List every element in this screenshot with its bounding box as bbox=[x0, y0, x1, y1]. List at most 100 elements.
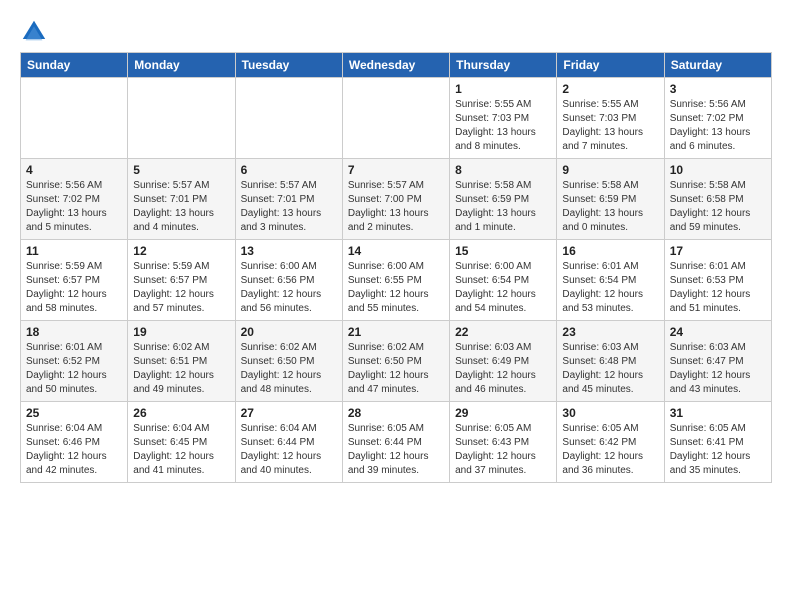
day-number: 19 bbox=[133, 325, 229, 339]
day-detail: Sunrise: 5:57 AMSunset: 7:00 PMDaylight:… bbox=[348, 179, 444, 235]
day-detail: Sunrise: 6:04 AMSunset: 6:45 PMDaylight:… bbox=[133, 422, 229, 478]
day-detail: Sunrise: 5:56 AMSunset: 7:02 PMDaylight:… bbox=[26, 179, 122, 235]
day-number: 10 bbox=[670, 163, 766, 177]
calendar-cell: 7 Sunrise: 5:57 AMSunset: 7:00 PMDaylight… bbox=[342, 159, 449, 240]
day-number: 3 bbox=[670, 82, 766, 96]
day-detail: Sunrise: 6:03 AMSunset: 6:48 PMDaylight:… bbox=[562, 341, 658, 397]
calendar-cell: 26 Sunrise: 6:04 AMSunset: 6:45 PMDayligh… bbox=[128, 402, 235, 483]
weekday-header-friday: Friday bbox=[557, 53, 664, 78]
calendar-cell bbox=[235, 78, 342, 159]
day-detail: Sunrise: 5:58 AMSunset: 6:59 PMDaylight:… bbox=[562, 179, 658, 235]
calendar-cell: 31 Sunrise: 6:05 AMSunset: 6:41 PMDayligh… bbox=[664, 402, 771, 483]
day-number: 1 bbox=[455, 82, 551, 96]
calendar-cell: 17 Sunrise: 6:01 AMSunset: 6:53 PMDayligh… bbox=[664, 240, 771, 321]
day-number: 16 bbox=[562, 244, 658, 258]
day-number: 5 bbox=[133, 163, 229, 177]
calendar-cell: 23 Sunrise: 6:03 AMSunset: 6:48 PMDayligh… bbox=[557, 321, 664, 402]
day-number: 24 bbox=[670, 325, 766, 339]
day-detail: Sunrise: 6:02 AMSunset: 6:50 PMDaylight:… bbox=[241, 341, 337, 397]
weekday-header-thursday: Thursday bbox=[450, 53, 557, 78]
day-detail: Sunrise: 6:00 AMSunset: 6:54 PMDaylight:… bbox=[455, 260, 551, 316]
calendar-cell: 1 Sunrise: 5:55 AMSunset: 7:03 PMDaylight… bbox=[450, 78, 557, 159]
calendar-cell: 13 Sunrise: 6:00 AMSunset: 6:56 PMDayligh… bbox=[235, 240, 342, 321]
day-number: 7 bbox=[348, 163, 444, 177]
weekday-header-saturday: Saturday bbox=[664, 53, 771, 78]
day-detail: Sunrise: 5:55 AMSunset: 7:03 PMDaylight:… bbox=[455, 98, 551, 154]
day-detail: Sunrise: 6:01 AMSunset: 6:52 PMDaylight:… bbox=[26, 341, 122, 397]
calendar-cell: 16 Sunrise: 6:01 AMSunset: 6:54 PMDayligh… bbox=[557, 240, 664, 321]
calendar-cell: 8 Sunrise: 5:58 AMSunset: 6:59 PMDaylight… bbox=[450, 159, 557, 240]
calendar-cell: 18 Sunrise: 6:01 AMSunset: 6:52 PMDayligh… bbox=[21, 321, 128, 402]
week-row-5: 25Sunrise: 6:04 AMSunset: 6:46 PMDayligh… bbox=[21, 402, 772, 483]
calendar-cell: 4 Sunrise: 5:56 AMSunset: 7:02 PMDaylight… bbox=[21, 159, 128, 240]
day-number: 15 bbox=[455, 244, 551, 258]
calendar-cell bbox=[21, 78, 128, 159]
day-detail: Sunrise: 6:02 AMSunset: 6:51 PMDaylight:… bbox=[133, 341, 229, 397]
day-detail: Sunrise: 5:58 AMSunset: 6:59 PMDaylight:… bbox=[455, 179, 551, 235]
weekday-header-wednesday: Wednesday bbox=[342, 53, 449, 78]
week-row-2: 4 Sunrise: 5:56 AMSunset: 7:02 PMDaylight… bbox=[21, 159, 772, 240]
day-detail: Sunrise: 5:57 AMSunset: 7:01 PMDaylight:… bbox=[241, 179, 337, 235]
day-number: 13 bbox=[241, 244, 337, 258]
day-number: 26 bbox=[133, 406, 229, 420]
weekday-header-sunday: Sunday bbox=[21, 53, 128, 78]
day-number: 20 bbox=[241, 325, 337, 339]
calendar-cell: 11 Sunrise: 5:59 AMSunset: 6:57 PMDayligh… bbox=[21, 240, 128, 321]
day-detail: Sunrise: 5:59 AMSunset: 6:57 PMDaylight:… bbox=[26, 260, 122, 316]
calendar-cell: 10 Sunrise: 5:58 AMSunset: 6:58 PMDayligh… bbox=[664, 159, 771, 240]
calendar-cell: 25Sunrise: 6:04 AMSunset: 6:46 PMDayligh… bbox=[21, 402, 128, 483]
calendar-cell: 12Sunrise: 5:59 AMSunset: 6:57 PMDayligh… bbox=[128, 240, 235, 321]
day-detail: Sunrise: 5:59 AMSunset: 6:57 PMDaylight:… bbox=[133, 260, 229, 316]
day-number: 17 bbox=[670, 244, 766, 258]
day-detail: Sunrise: 6:00 AMSunset: 6:56 PMDaylight:… bbox=[241, 260, 337, 316]
calendar-cell: 19 Sunrise: 6:02 AMSunset: 6:51 PMDayligh… bbox=[128, 321, 235, 402]
day-number: 28 bbox=[348, 406, 444, 420]
day-number: 30 bbox=[562, 406, 658, 420]
day-number: 9 bbox=[562, 163, 658, 177]
calendar-cell: 14Sunrise: 6:00 AMSunset: 6:55 PMDayligh… bbox=[342, 240, 449, 321]
calendar-cell: 9 Sunrise: 5:58 AMSunset: 6:59 PMDaylight… bbox=[557, 159, 664, 240]
week-row-3: 11 Sunrise: 5:59 AMSunset: 6:57 PMDayligh… bbox=[21, 240, 772, 321]
day-number: 31 bbox=[670, 406, 766, 420]
day-number: 2 bbox=[562, 82, 658, 96]
calendar-cell: 24 Sunrise: 6:03 AMSunset: 6:47 PMDayligh… bbox=[664, 321, 771, 402]
day-number: 8 bbox=[455, 163, 551, 177]
calendar-cell bbox=[128, 78, 235, 159]
day-number: 4 bbox=[26, 163, 122, 177]
header bbox=[20, 18, 772, 46]
calendar-cell: 30 Sunrise: 6:05 AMSunset: 6:42 PMDayligh… bbox=[557, 402, 664, 483]
day-detail: Sunrise: 6:05 AMSunset: 6:41 PMDaylight:… bbox=[670, 422, 766, 478]
week-row-4: 18 Sunrise: 6:01 AMSunset: 6:52 PMDayligh… bbox=[21, 321, 772, 402]
weekday-header-row: SundayMondayTuesdayWednesdayThursdayFrid… bbox=[21, 53, 772, 78]
calendar-cell: 22 Sunrise: 6:03 AMSunset: 6:49 PMDayligh… bbox=[450, 321, 557, 402]
page: SundayMondayTuesdayWednesdayThursdayFrid… bbox=[0, 0, 792, 493]
day-detail: Sunrise: 6:03 AMSunset: 6:49 PMDaylight:… bbox=[455, 341, 551, 397]
day-detail: Sunrise: 6:05 AMSunset: 6:44 PMDaylight:… bbox=[348, 422, 444, 478]
calendar-cell: 5Sunrise: 5:57 AMSunset: 7:01 PMDaylight… bbox=[128, 159, 235, 240]
day-number: 22 bbox=[455, 325, 551, 339]
logo-icon bbox=[20, 18, 48, 46]
day-number: 25 bbox=[26, 406, 122, 420]
calendar-cell: 15 Sunrise: 6:00 AMSunset: 6:54 PMDayligh… bbox=[450, 240, 557, 321]
day-number: 11 bbox=[26, 244, 122, 258]
day-detail: Sunrise: 6:02 AMSunset: 6:50 PMDaylight:… bbox=[348, 341, 444, 397]
day-detail: Sunrise: 6:03 AMSunset: 6:47 PMDaylight:… bbox=[670, 341, 766, 397]
day-number: 23 bbox=[562, 325, 658, 339]
day-detail: Sunrise: 6:01 AMSunset: 6:54 PMDaylight:… bbox=[562, 260, 658, 316]
calendar-cell: 2Sunrise: 5:55 AMSunset: 7:03 PMDaylight… bbox=[557, 78, 664, 159]
day-detail: Sunrise: 6:01 AMSunset: 6:53 PMDaylight:… bbox=[670, 260, 766, 316]
calendar-cell: 20 Sunrise: 6:02 AMSunset: 6:50 PMDayligh… bbox=[235, 321, 342, 402]
day-number: 14 bbox=[348, 244, 444, 258]
calendar-cell: 28 Sunrise: 6:05 AMSunset: 6:44 PMDayligh… bbox=[342, 402, 449, 483]
day-number: 27 bbox=[241, 406, 337, 420]
weekday-header-tuesday: Tuesday bbox=[235, 53, 342, 78]
day-number: 6 bbox=[241, 163, 337, 177]
day-detail: Sunrise: 6:05 AMSunset: 6:42 PMDaylight:… bbox=[562, 422, 658, 478]
calendar-cell: 27Sunrise: 6:04 AMSunset: 6:44 PMDayligh… bbox=[235, 402, 342, 483]
day-detail: Sunrise: 5:58 AMSunset: 6:58 PMDaylight:… bbox=[670, 179, 766, 235]
calendar-cell: 3 Sunrise: 5:56 AMSunset: 7:02 PMDaylight… bbox=[664, 78, 771, 159]
day-number: 18 bbox=[26, 325, 122, 339]
day-detail: Sunrise: 5:56 AMSunset: 7:02 PMDaylight:… bbox=[670, 98, 766, 154]
week-row-1: 1 Sunrise: 5:55 AMSunset: 7:03 PMDaylight… bbox=[21, 78, 772, 159]
day-detail: Sunrise: 6:05 AMSunset: 6:43 PMDaylight:… bbox=[455, 422, 551, 478]
